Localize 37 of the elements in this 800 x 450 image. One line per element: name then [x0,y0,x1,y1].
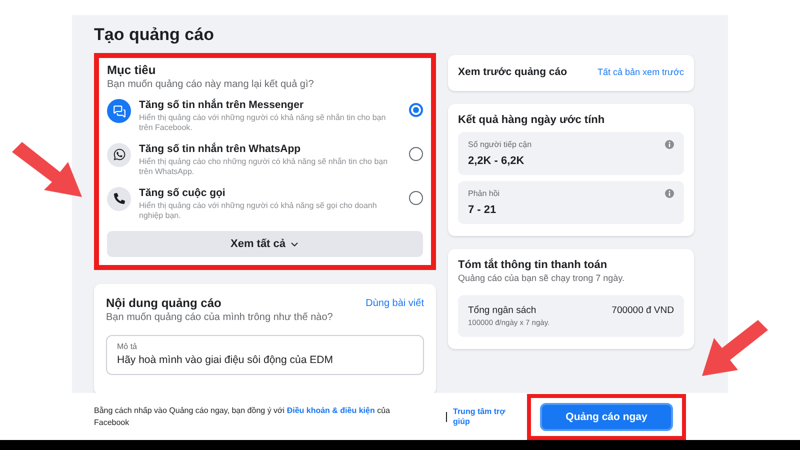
section-title: Xem trước quảng cáo [458,66,568,78]
section-title: Mục tiêu [107,63,157,77]
see-all-button[interactable]: Xem tất cả [107,231,423,258]
phone-icon [107,186,131,211]
total-label: Tổng ngân sách [468,305,538,316]
terms-text: Bằng cách nhấp vào Quảng cáo ngay, bạn đồng ý với Điều khoản & điều kiện của Facebook [94,405,391,428]
option-title: Tăng số tin nhắn trên WhatsApp [139,142,302,155]
option-title: Tăng số tin nhắn trên Messenger [139,99,305,111]
section-title: Tóm tắt thông tin thanh toán [458,259,608,271]
metric-value: 2,2K - 6,2K [468,155,526,167]
option-description: Hiển thị quảng cáo với những người có khả năng sẽ gọi cho doanh nghiệp bạn. [139,200,378,222]
option-title: Tăng số cuộc gọi [139,186,226,199]
terms-link[interactable]: Điều khoản & điều kiện [286,406,375,416]
total-value: 700000 đ VND [612,305,674,316]
section-title: Nội dung quảng cáo [106,296,222,310]
all-previews-link[interactable]: Tất cả bản xem trước [598,67,684,77]
whatsapp-icon [107,142,131,167]
description-field[interactable]: Mô tả Hãy hoà mình vào giai điệu sôi động của EDM [106,335,424,376]
radio-button[interactable] [409,146,423,161]
option-description: Hiển thị quảng cáo với những người có khả năng sẽ nhắn tin cho bạn trên Facebook. [139,113,387,134]
use-post-link[interactable]: Dùng bài viết [366,298,424,309]
section-subtitle: Bạn muốn quảng cáo này mang lại kết quả gì? [107,79,315,90]
help-center-link[interactable]: Trung tâm trợ giúp [453,406,523,426]
section-subtitle: Quảng cáo của bạn sẽ chạy trong 7 ngày. [458,273,626,283]
radio-button[interactable] [409,190,423,205]
section-title: Kết quả hàng ngày ước tính [458,114,606,126]
info-icon [665,140,674,149]
metric-label: Số người tiếp cận [468,140,532,149]
create-ad-button[interactable]: Quảng cáo ngay [540,402,673,430]
section-subtitle: Bạn muốn quảng cáo của mình trông như thế nào? [106,312,334,324]
radio-button[interactable] [409,103,423,117]
page-title: Tạo quảng cáo [94,25,215,45]
metric-label: Phản hồi [468,189,500,198]
info-icon [665,189,674,198]
metric-value: 7 - 21 [468,204,498,216]
chat-bubbles-icon [107,99,131,123]
option-description: Hiển thị quảng cáo cho những người có khả năng sẽ nhắn tin cho bạn trên WhatsApp. [139,156,389,178]
